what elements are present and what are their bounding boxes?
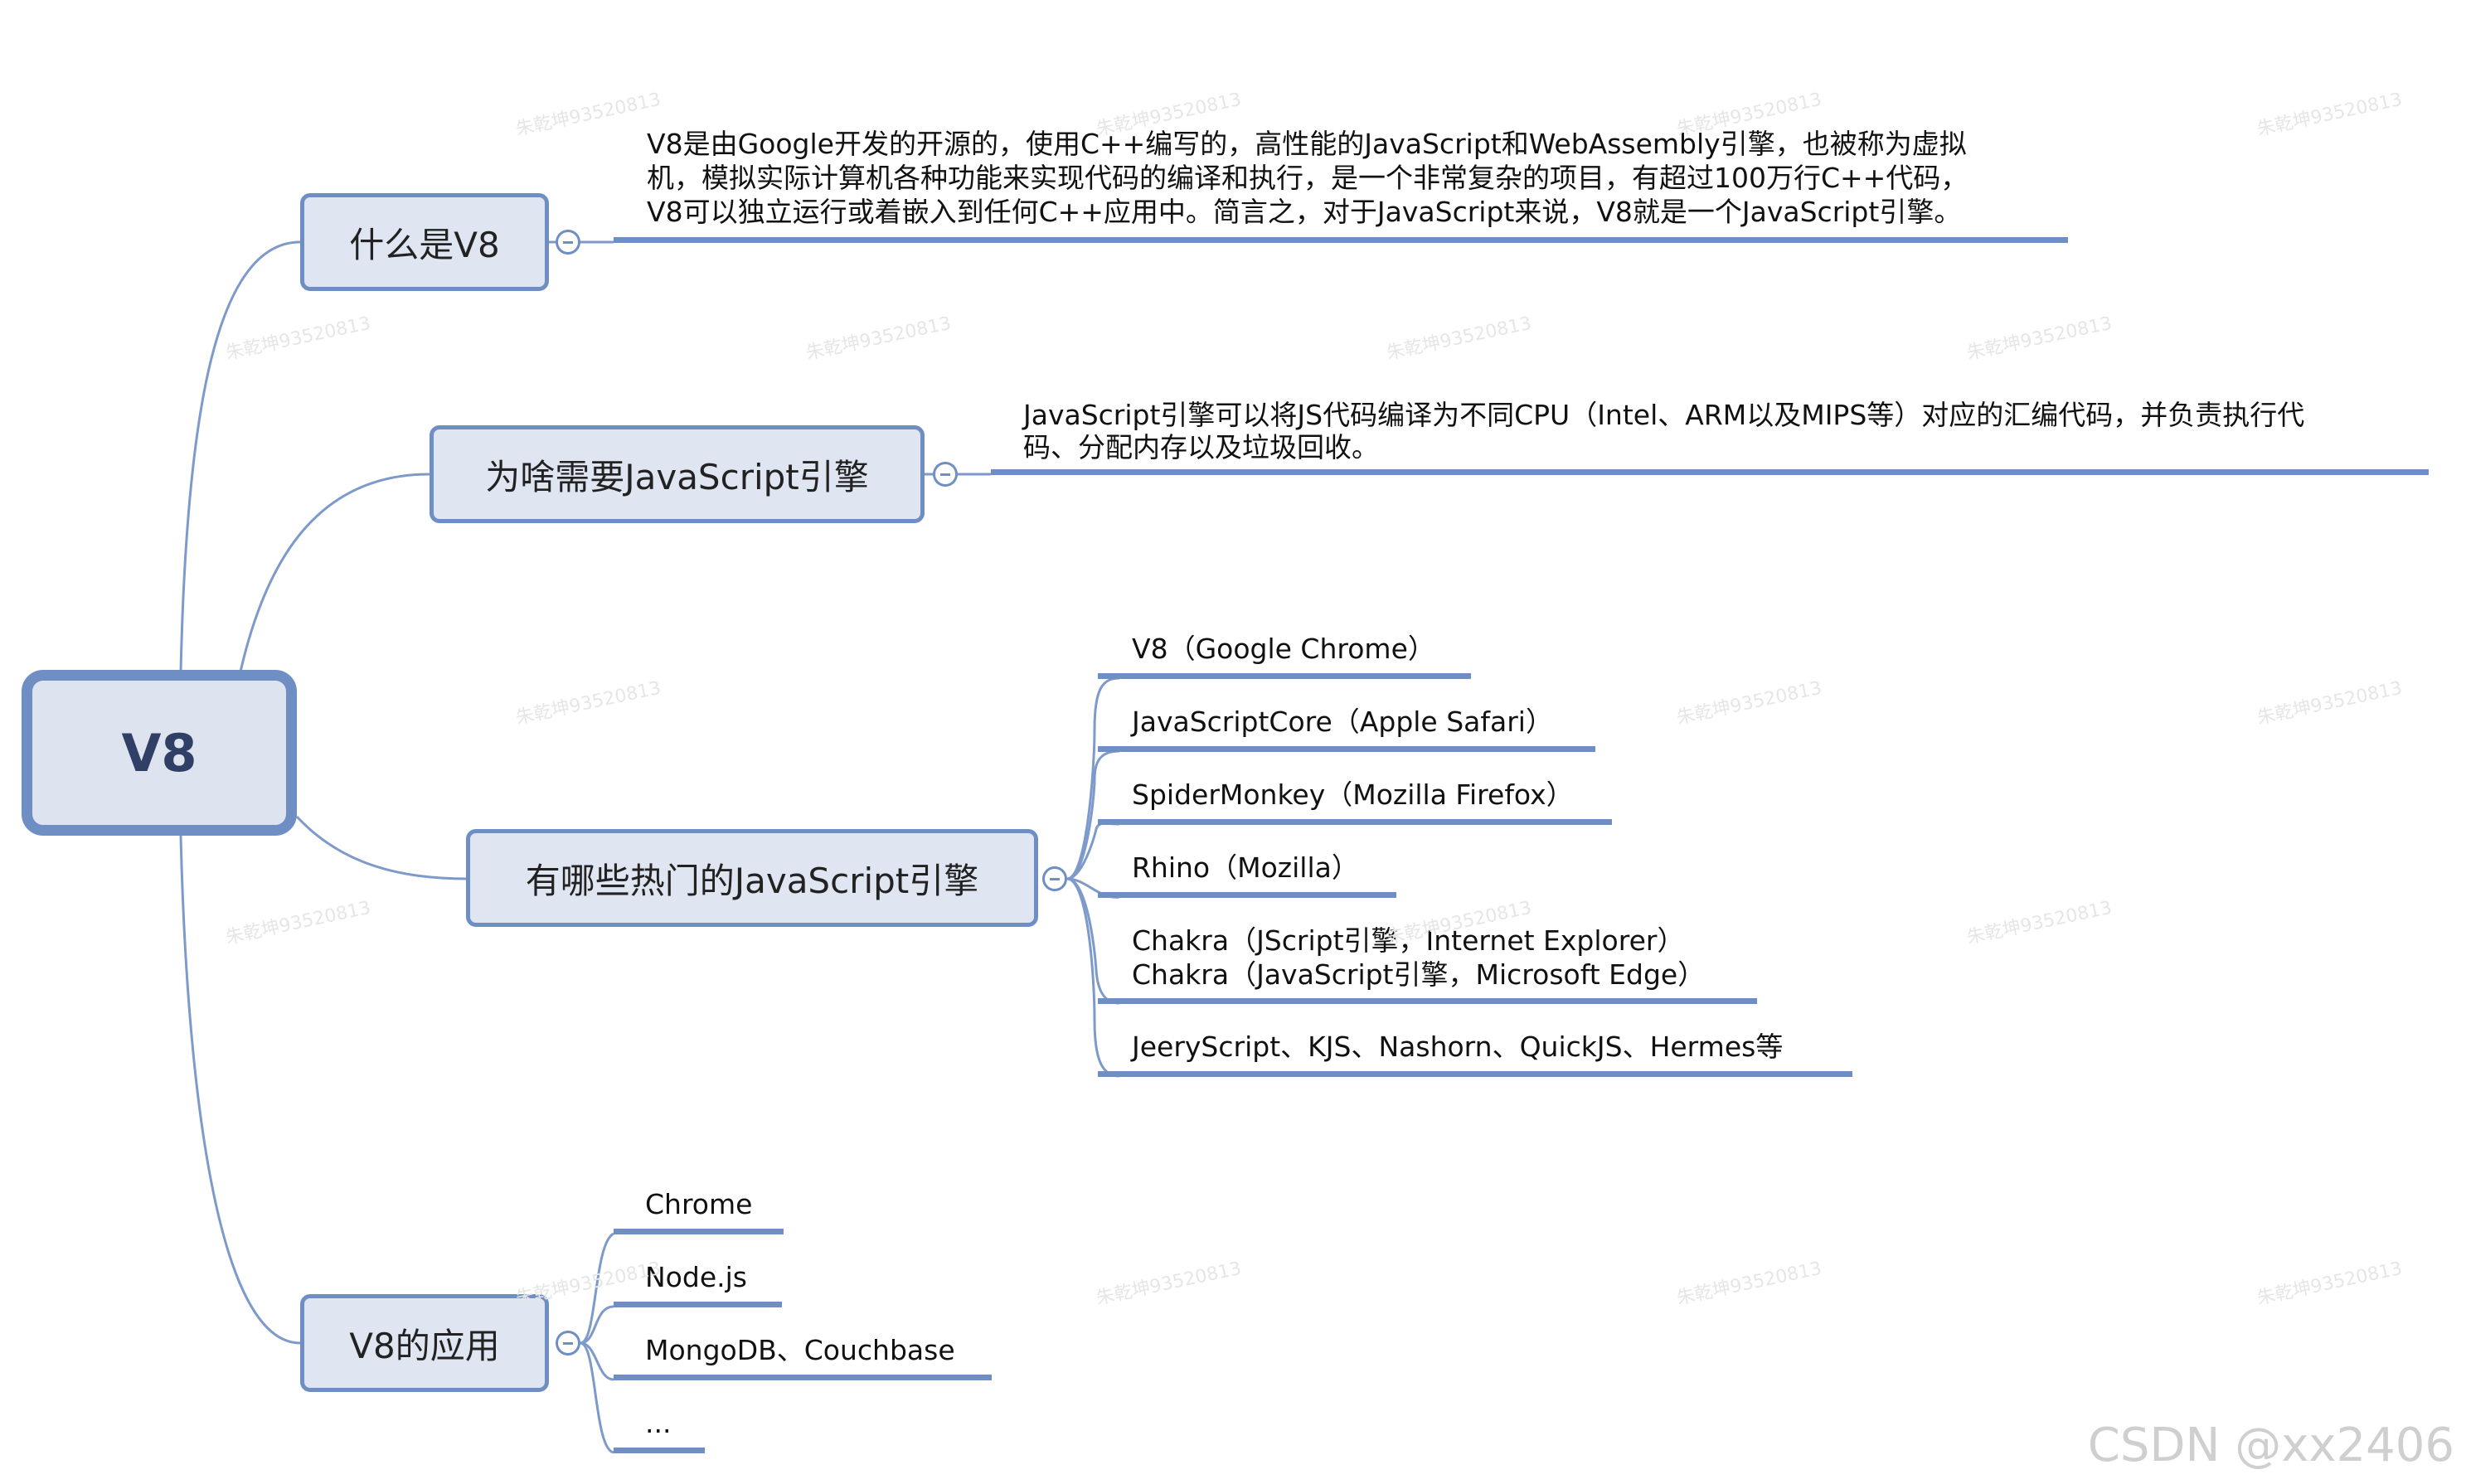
- collapse-why-engine-icon[interactable]: [933, 462, 958, 487]
- why-engine-underline: [991, 469, 2429, 475]
- what-is-v8-text-line-1: V8是由Google开发的开源的，使用C++编写的，高性能的JavaScript…: [647, 128, 1967, 160]
- engine-item-underline: [1098, 746, 1595, 752]
- engine-item-underline: [1098, 892, 1396, 898]
- engine-item-underline: [1098, 819, 1612, 825]
- edge-root-popular-engines: [295, 815, 467, 880]
- node-label: V8的应用: [349, 1325, 500, 1366]
- root-label: V8: [121, 722, 197, 783]
- why-engine-text-line-1: JavaScript引擎可以将JS代码编译为不同CPU（Intel、ARM以及M…: [1023, 399, 2305, 431]
- app-item-underline: [614, 1375, 992, 1380]
- what-is-v8-underline: [614, 237, 2068, 243]
- node-why-javascript-engine[interactable]: 为啥需要JavaScript引擎: [430, 425, 925, 523]
- why-engine-text-line-2: 码、分配内存以及垃圾回收。: [1023, 431, 1379, 463]
- node-what-is-v8[interactable]: 什么是V8: [300, 193, 549, 291]
- engine-item-underline: [1098, 998, 1757, 1004]
- engine-item-underline: [1098, 1071, 1852, 1077]
- root-node[interactable]: V8: [22, 670, 297, 836]
- csdn-credit: CSDN @xx2406: [2087, 1419, 2454, 1472]
- collapse-v8-apps-icon[interactable]: [556, 1331, 580, 1355]
- edge-engines-item-6: [1066, 877, 1120, 1078]
- node-v8-applications[interactable]: V8的应用: [300, 1294, 549, 1392]
- collapse-popular-engines-icon[interactable]: [1042, 866, 1067, 891]
- app-item-underline: [614, 1448, 705, 1453]
- app-item-text: MongoDB、Couchbase: [645, 1334, 955, 1366]
- engine-item-text: JavaScriptCore（Apple Safari）: [1132, 706, 1553, 738]
- app-item-underline: [614, 1229, 784, 1234]
- what-is-v8-text-line-2: 机，模拟实际计算机各种功能来实现代码的编译和执行，是一个非常复杂的项目，有超过1…: [647, 162, 1968, 194]
- engine-item-underline: [1098, 673, 1471, 679]
- engine-item-text: Rhino（Mozilla）: [1132, 851, 1359, 884]
- collapse-what-is-v8-icon[interactable]: [556, 230, 580, 255]
- engine-item-text: Chakra（JavaScript引擎，Microsoft Edge）: [1132, 958, 1706, 991]
- node-label: 有哪些热门的JavaScript引擎: [525, 860, 979, 901]
- engine-item-text: JeeryScript、KJS、Nashorn、QuickJS、Hermes等: [1132, 1031, 1784, 1063]
- app-item-text: Chrome: [645, 1188, 753, 1220]
- edge-engines-item-1: [1066, 677, 1120, 880]
- what-is-v8-text-line-3: V8可以独立运行或着嵌入到任何C++应用中。简言之，对于JavaScript来说…: [647, 196, 1962, 228]
- edge-root-what-is-v8: [179, 240, 301, 672]
- app-item-text: ...: [645, 1407, 672, 1439]
- engine-item-text: V8（Google Chrome）: [1132, 633, 1435, 665]
- node-label: 什么是V8: [349, 224, 500, 265]
- node-popular-engines[interactable]: 有哪些热门的JavaScript引擎: [466, 829, 1038, 927]
- engine-item-text: SpiderMonkey（Mozilla Firefox）: [1132, 778, 1574, 811]
- node-label: 为啥需要JavaScript引擎: [485, 456, 869, 497]
- edge-root-why-engine: [239, 473, 430, 672]
- app-item-underline: [614, 1302, 782, 1307]
